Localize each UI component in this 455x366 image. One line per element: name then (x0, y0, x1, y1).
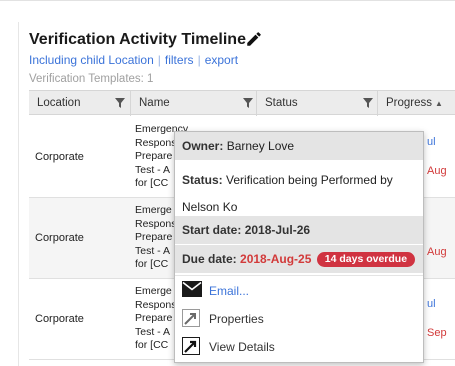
progress-cell: ul (427, 136, 436, 148)
view-details-label[interactable]: View Details (209, 340, 275, 354)
column-header-name[interactable]: Name (131, 91, 257, 116)
column-header-location[interactable]: Location (29, 91, 131, 116)
progress-cell: ul (427, 298, 436, 310)
column-label: Progress (386, 97, 433, 109)
properties-icon (182, 309, 200, 327)
owner-value: Barney Love (226, 139, 295, 153)
widget-links: Including child Location | filters | export (29, 53, 238, 67)
widget-title: Verification Activity Timeline (29, 31, 246, 48)
progress-cell: Sep (427, 327, 447, 339)
popup-divider (175, 275, 423, 276)
status-row: Status: Verification being Performed by … (175, 160, 423, 214)
due-date-value: 2018-Aug-25 (240, 252, 312, 266)
activity-popup: Owner: Barney Love Status: Verification … (174, 131, 424, 363)
due-date-label: Due date: (182, 252, 237, 266)
status-value: Verification being Performed by (226, 173, 393, 187)
include-child-location-link[interactable]: Including child Location (29, 53, 154, 67)
sort-ascending-icon: ▲ (435, 99, 443, 108)
properties-label[interactable]: Properties (209, 312, 264, 326)
templates-count: Verification Templates: 1 (29, 73, 154, 85)
due-date-row: Due date: 2018-Aug-25 14 days overdue (175, 245, 423, 273)
filter-icon[interactable] (243, 98, 253, 108)
progress-cell: Aug (427, 165, 447, 177)
column-label: Location (37, 97, 81, 109)
pencil-icon[interactable] (245, 30, 263, 48)
column-header-progress[interactable]: Progress ▲ (378, 91, 455, 116)
link-separator: | (197, 53, 201, 67)
start-date-row: Start date: 2018-Jul-26 (175, 216, 423, 244)
location-cell: Corporate (35, 313, 84, 325)
location-cell: Corporate (35, 232, 84, 244)
start-date-value: 2018-Jul-26 (244, 223, 311, 237)
top-divider (0, 0, 455, 1)
external-link-icon (182, 337, 200, 355)
export-link[interactable]: export (205, 53, 238, 67)
progress-cell: Aug (427, 246, 447, 258)
link-separator: | (157, 53, 161, 67)
email-label[interactable]: Email... (209, 284, 249, 298)
start-date-label: Start date: (182, 223, 242, 237)
overdue-badge: 14 days overdue (316, 252, 416, 267)
table-header: Location Name Status Progress ▲ (29, 90, 455, 116)
status-label: Status: (182, 173, 223, 187)
filter-icon[interactable] (363, 98, 373, 108)
location-cell: Corporate (35, 151, 84, 163)
column-label: Status (265, 97, 298, 109)
owner-row: Owner: Barney Love (175, 132, 423, 160)
envelope-icon (182, 281, 202, 297)
column-label: Name (139, 97, 170, 109)
owner-label: Owner: (182, 139, 224, 153)
filters-link[interactable]: filters (165, 53, 194, 67)
filter-icon[interactable] (115, 98, 125, 108)
column-header-status[interactable]: Status (257, 91, 378, 116)
